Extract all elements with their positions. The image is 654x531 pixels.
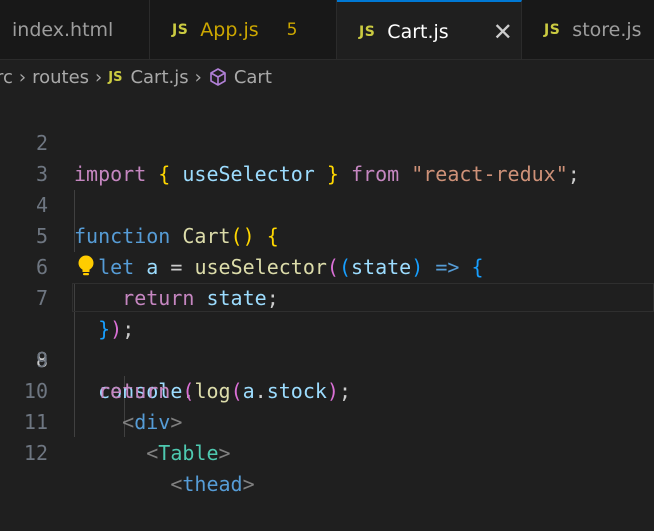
code-text: <Table>	[146, 441, 231, 465]
code-line: 12 <thead>	[0, 407, 654, 496]
close-icon[interactable]: ✕	[493, 20, 513, 44]
code-line: 2 import { useSelector } from "react-red…	[0, 97, 654, 186]
line-number: 12	[23, 441, 48, 465]
code-line: 5 let a = useSelector((state) => {	[0, 190, 654, 279]
tab-cart-js[interactable]: JS Cart.js ✕	[337, 0, 522, 59]
js-file-icon: JS	[544, 22, 561, 38]
chevron-right-icon: ›	[95, 66, 103, 88]
tab-label: Cart.js	[387, 20, 449, 43]
code-line: 3	[0, 128, 654, 186]
code-editor[interactable]: 2 import { useSelector } from "react-red…	[0, 97, 654, 496]
chevron-right-icon: ›	[18, 66, 27, 88]
tab-app-js[interactable]: JS App.js 5	[150, 0, 337, 59]
lightbulb-icon[interactable]	[76, 254, 96, 278]
js-file-icon: JS	[108, 69, 123, 85]
js-file-icon: JS	[172, 22, 189, 38]
breadcrumb-item-src[interactable]: rc	[0, 67, 13, 88]
problems-count-badge: 5	[286, 20, 298, 40]
code-line-current: 8 console.log(a.stock);	[0, 283, 654, 403]
symbol-method-cube-icon	[210, 68, 226, 86]
breadcrumb-item-file[interactable]: Cart.js	[130, 67, 188, 88]
editor-tab-bar: index.html JS App.js 5 JS Cart.js ✕ JS s…	[0, 0, 654, 60]
code-line: 7 });	[0, 252, 654, 341]
code-line: 4 function Cart() {	[0, 159, 654, 248]
code-text: <thead>	[170, 472, 255, 496]
chevron-right-icon: ›	[194, 66, 202, 88]
current-line-highlight	[72, 283, 654, 312]
tab-index-html[interactable]: index.html	[0, 0, 150, 59]
js-file-icon: JS	[359, 23, 376, 40]
breadcrumb: rc › routes › JS Cart.js › Cart	[0, 60, 654, 94]
code-line: 6 return state;	[0, 221, 654, 310]
tab-label: App.js	[200, 19, 259, 41]
tab-label: index.html	[12, 19, 114, 41]
tab-label: store.js	[572, 19, 642, 41]
tab-store-js[interactable]: JS store.js	[522, 0, 654, 59]
breadcrumb-item-routes[interactable]: routes	[32, 67, 89, 88]
code-line: 11 <Table>	[0, 376, 654, 465]
code-line: 10 <div>	[0, 345, 654, 434]
code-line: 9 return (	[0, 314, 654, 403]
breadcrumb-item-symbol[interactable]: Cart	[234, 67, 272, 88]
